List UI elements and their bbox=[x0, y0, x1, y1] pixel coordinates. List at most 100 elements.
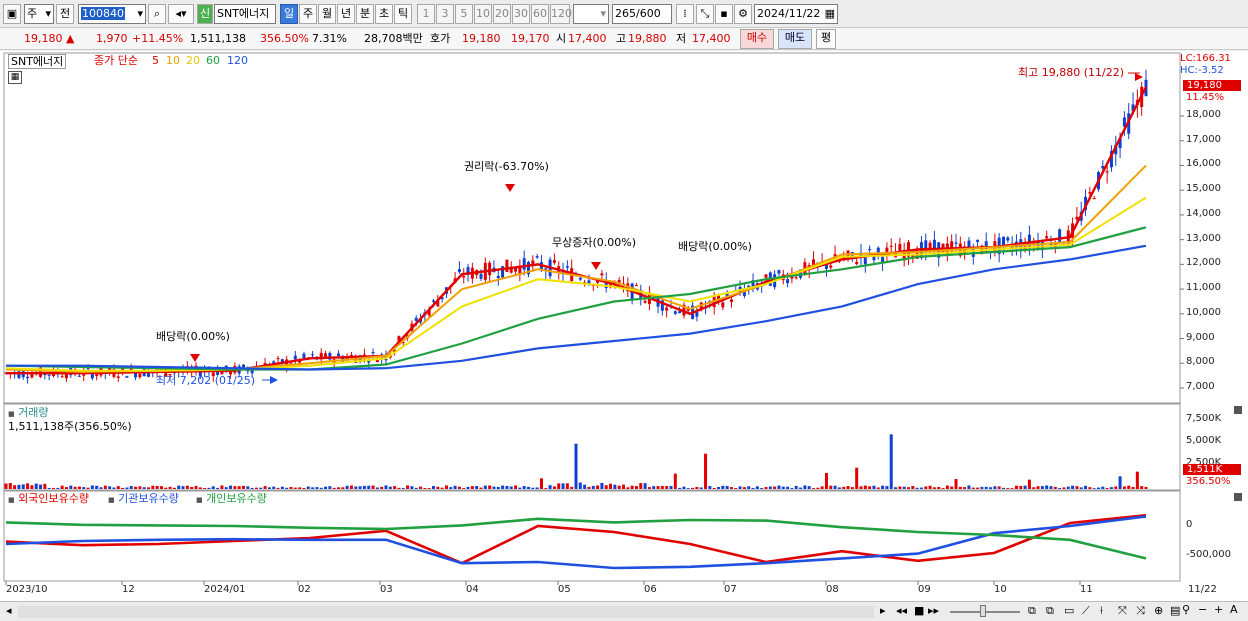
zoom-out-icon[interactable]: − bbox=[1198, 603, 1207, 616]
volume-bar bbox=[855, 467, 859, 489]
volume-bar bbox=[1062, 487, 1066, 489]
candle-body bbox=[868, 248, 872, 250]
draw-tool-icon[interactable]: ⤡ bbox=[696, 4, 714, 24]
print-icon[interactable]: ▤ bbox=[1170, 604, 1180, 617]
volume-bar bbox=[1002, 487, 1005, 489]
tool-icon[interactable]: ⤧ bbox=[1118, 604, 1127, 618]
candle-body bbox=[26, 376, 30, 379]
stock-name-field[interactable]: SNT에너지 bbox=[214, 4, 276, 24]
volume-bar bbox=[1097, 487, 1100, 489]
volume-badge: 1,511K bbox=[1183, 464, 1241, 475]
candle-body bbox=[876, 247, 880, 253]
candle-body bbox=[302, 353, 306, 358]
close-panel-icon[interactable] bbox=[1234, 406, 1242, 414]
horizontal-scrollbar[interactable] bbox=[18, 606, 874, 618]
credit-badge: 신 bbox=[197, 4, 213, 24]
tool2-icon[interactable]: ⤨ bbox=[1136, 604, 1145, 618]
volume-bar bbox=[717, 486, 720, 489]
volume-value: 1,511,138 bbox=[190, 32, 246, 45]
interval-select[interactable]: ▾ bbox=[573, 4, 609, 24]
ma120-legend: 120 bbox=[227, 54, 248, 67]
forward-icon[interactable]: ▸▸ bbox=[928, 604, 939, 617]
scroll-right-icon[interactable]: ▸ bbox=[880, 604, 886, 617]
data-count-input[interactable]: 265/600 bbox=[612, 4, 672, 24]
layout-icon[interactable]: ⧉ bbox=[1028, 604, 1036, 618]
split-icon[interactable]: ⟊ bbox=[1100, 604, 1103, 618]
crosshair-icon[interactable]: ⊕ bbox=[1154, 604, 1163, 617]
minute-60-button[interactable]: 60 bbox=[531, 4, 549, 24]
scroll-left-icon[interactable]: ◂ bbox=[6, 604, 12, 617]
price-tick-label: 14,000 bbox=[1186, 207, 1221, 219]
volume-bar bbox=[159, 486, 163, 489]
holdings-tick: 0 bbox=[1186, 519, 1193, 530]
stop-icon[interactable]: ■ bbox=[914, 604, 924, 617]
volume-bar bbox=[587, 486, 591, 489]
minute-5-button[interactable]: 5 bbox=[455, 4, 473, 24]
prev-stock-button[interactable]: 전 bbox=[56, 4, 74, 24]
period-second-tab[interactable]: 초 bbox=[375, 4, 393, 24]
zoom-in-icon[interactable]: + bbox=[1214, 603, 1223, 616]
volume-bar bbox=[470, 486, 474, 489]
sell-button[interactable]: 매도 bbox=[778, 29, 812, 49]
candle-body bbox=[371, 351, 375, 354]
institution-holdings-label: 기관보유수량 bbox=[118, 492, 179, 505]
candle-body bbox=[777, 270, 781, 274]
gear-icon[interactable]: ⚙ bbox=[734, 4, 752, 24]
candle-body bbox=[276, 358, 280, 360]
volume-bar bbox=[272, 486, 276, 489]
quote-bar: 19,180 ▲ 1,970 +11.45% 1,511,138 356.50%… bbox=[0, 28, 1248, 50]
period-month-tab[interactable]: 월 bbox=[318, 4, 336, 24]
zoom-slider-handle[interactable] bbox=[980, 605, 986, 617]
period-week-tab[interactable]: 주 bbox=[299, 4, 317, 24]
average-button[interactable]: 평 bbox=[816, 29, 836, 49]
volume-bar bbox=[112, 487, 116, 489]
minute-3-button[interactable]: 3 bbox=[436, 4, 454, 24]
volume-bar bbox=[371, 485, 375, 489]
stock-code-input[interactable]: 100840 ▾ bbox=[78, 4, 146, 24]
volume-bar bbox=[367, 485, 371, 489]
magnify-icon[interactable]: ⚲ bbox=[1182, 603, 1190, 616]
volume-bar bbox=[596, 485, 600, 489]
chart-canvas[interactable] bbox=[0, 51, 1248, 601]
save-icon[interactable]: ▪ bbox=[715, 4, 733, 24]
data-table-icon[interactable]: ▦ bbox=[8, 71, 22, 84]
current-price-badge: 19,180 bbox=[1183, 80, 1241, 91]
minute-120-button[interactable]: 120 bbox=[550, 4, 572, 24]
chart-type-icon[interactable]: ▭ bbox=[1064, 604, 1074, 617]
copy-icon[interactable]: ⧉ bbox=[1046, 604, 1054, 618]
period-year-tab[interactable]: 년 bbox=[337, 4, 355, 24]
volume-bar bbox=[30, 485, 34, 489]
window-menu-icon[interactable]: ▣ bbox=[3, 4, 21, 24]
volume-bar bbox=[902, 486, 906, 489]
lc-value: LC:166.31 bbox=[1180, 53, 1231, 64]
candle-body bbox=[116, 376, 120, 378]
volume-bar bbox=[86, 487, 90, 489]
indicator-icon[interactable]: ⁞ bbox=[676, 4, 694, 24]
volume-bar bbox=[1079, 487, 1083, 489]
buy-button[interactable]: 매수 bbox=[740, 29, 774, 49]
font-size-icon[interactable]: A bbox=[1230, 603, 1238, 616]
minute-20-button[interactable]: 20 bbox=[493, 4, 511, 24]
minute-30-button[interactable]: 30 bbox=[512, 4, 530, 24]
volume-bar bbox=[259, 487, 263, 489]
date-input[interactable]: 2024/11/22 ▦ bbox=[754, 4, 838, 24]
period-minute-tab[interactable]: 분 bbox=[356, 4, 374, 24]
price-tick-label: 8,000 bbox=[1186, 356, 1215, 368]
sound-icon[interactable]: ◂▾ bbox=[168, 4, 194, 24]
rewind-icon[interactable]: ◂◂ bbox=[896, 604, 907, 617]
volume-bar bbox=[103, 485, 107, 489]
volume-bar bbox=[850, 487, 854, 489]
volume-bar bbox=[738, 486, 742, 489]
minute-1-button[interactable]: 1 bbox=[417, 4, 435, 24]
volume-bar bbox=[1084, 485, 1088, 489]
market-select[interactable]: 주 ▾ bbox=[24, 4, 54, 24]
volume-bar bbox=[583, 484, 587, 489]
volume-bar bbox=[147, 487, 150, 489]
minute-10-button[interactable]: 10 bbox=[474, 4, 492, 24]
trend-line-icon[interactable]: ⟋ bbox=[1082, 604, 1090, 618]
period-day-tab[interactable]: 일 bbox=[280, 4, 298, 24]
close-panel-icon[interactable] bbox=[1234, 493, 1242, 501]
high-price: 19,880 bbox=[628, 32, 667, 45]
search-icon[interactable]: ⌕ bbox=[148, 4, 166, 24]
period-tick-tab[interactable]: 틱 bbox=[394, 4, 412, 24]
